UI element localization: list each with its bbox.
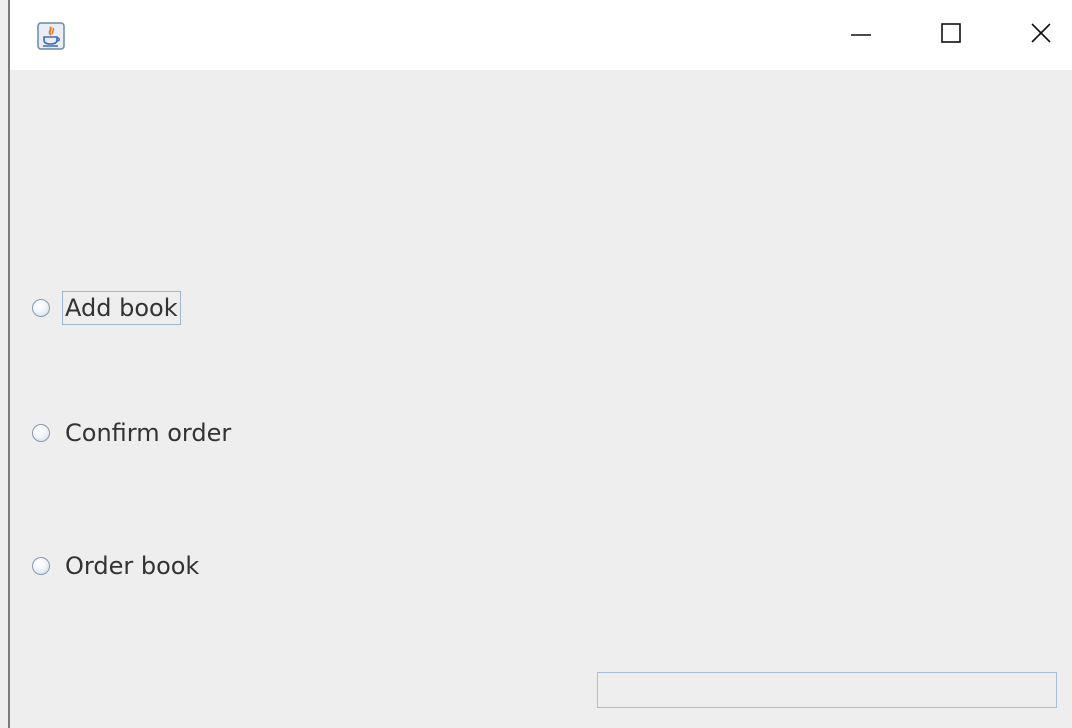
minimize-icon (850, 22, 872, 48)
radio-circle-icon[interactable] (32, 557, 50, 575)
java-cup-icon[interactable] (37, 22, 65, 50)
title-bar[interactable] (10, 0, 1072, 70)
maximize-button[interactable] (916, 0, 986, 70)
maximize-icon (940, 22, 962, 48)
application-window: Add book Confirm order Order book (0, 0, 1072, 728)
radio-confirm-order-label[interactable]: Confirm order (62, 416, 234, 450)
close-icon (1030, 22, 1052, 48)
radio-circle-icon[interactable] (32, 299, 50, 317)
radio-order-book[interactable]: Order book (32, 548, 202, 584)
radio-order-book-label[interactable]: Order book (62, 549, 202, 583)
text-input-field[interactable] (597, 672, 1057, 708)
close-button[interactable] (1006, 0, 1072, 70)
radio-confirm-order[interactable]: Confirm order (32, 415, 234, 451)
radio-add-book-label[interactable]: Add book (62, 291, 181, 325)
radio-circle-icon[interactable] (32, 424, 50, 442)
content-pane: Add book Confirm order Order book (10, 70, 1072, 728)
minimize-button[interactable] (826, 0, 896, 70)
radio-add-book[interactable]: Add book (32, 290, 181, 326)
